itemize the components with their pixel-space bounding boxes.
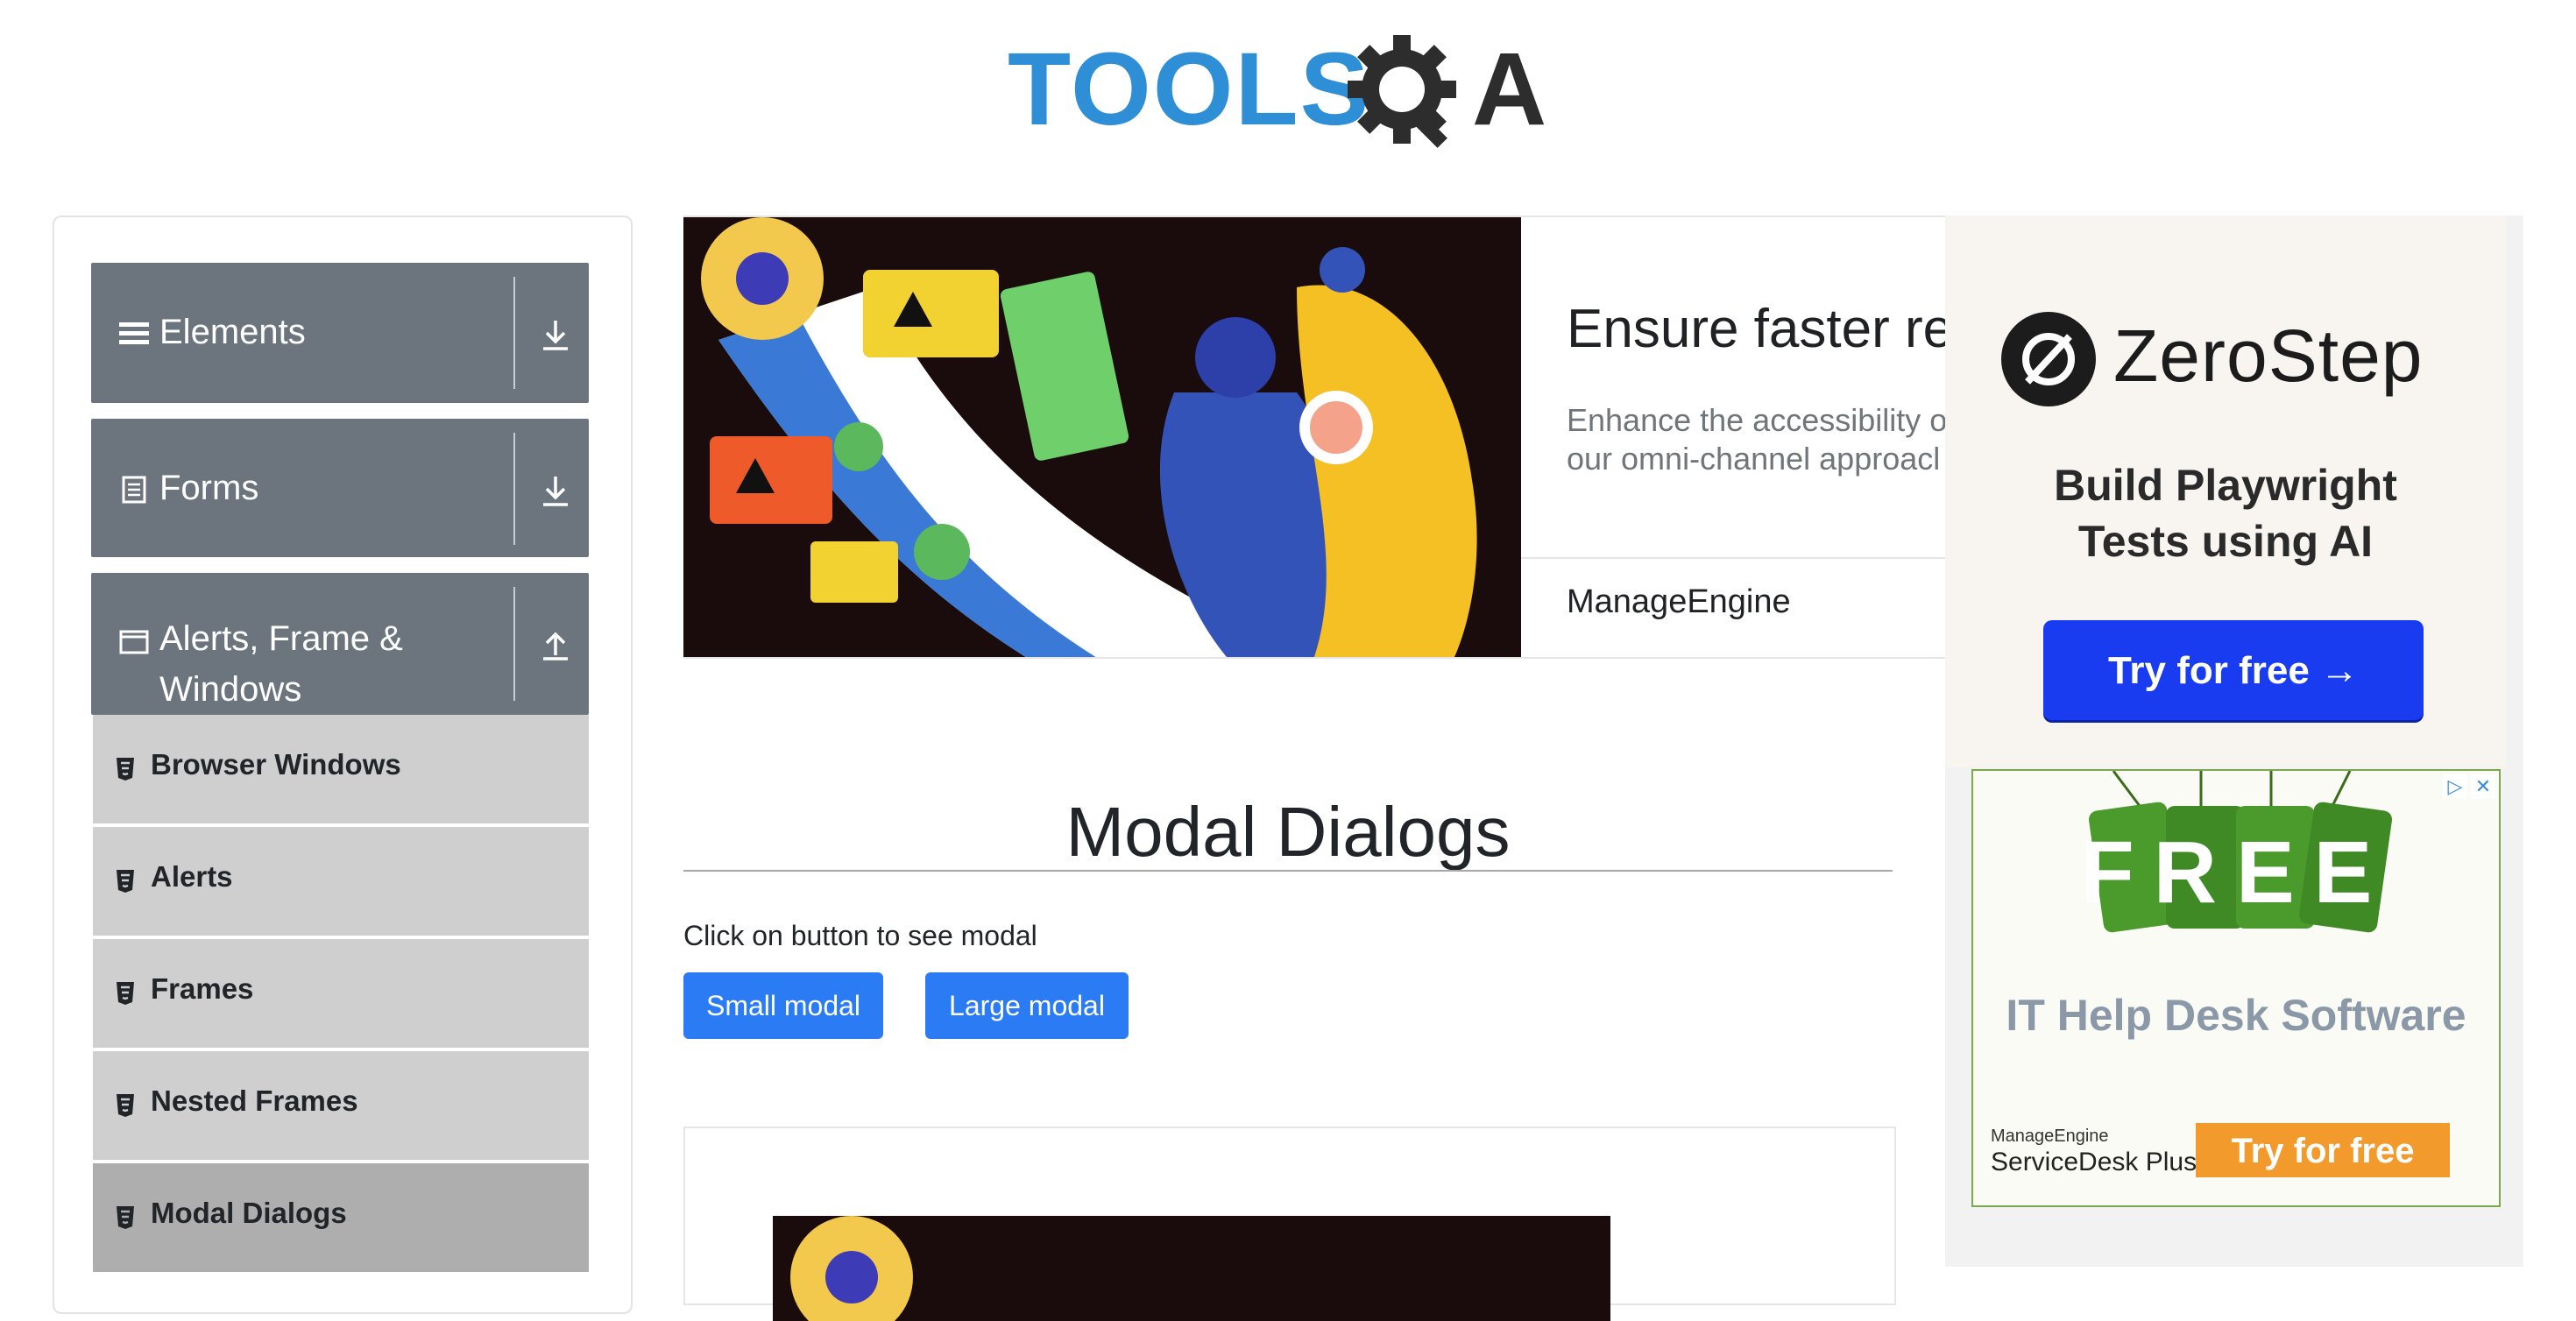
page-title: Modal Dialogs: [1065, 792, 1511, 871]
ad-body-line: our omni-channel approacl: [1567, 441, 1941, 477]
zerostep-name: ZeroStep: [2113, 314, 2424, 397]
bottom-ad-banner[interactable]: [683, 1127, 1896, 1321]
logo-text-a: A: [1472, 32, 1546, 147]
menu-item-label: Nested Frames: [151, 1084, 358, 1117]
html5-icon: [116, 981, 135, 1006]
download-arrow-icon[interactable]: [540, 473, 571, 508]
top-ad-banner[interactable]: Ensure faster res Enhance the accessibil…: [683, 215, 1947, 659]
title-divider: [683, 870, 1893, 872]
logo-text-tools: TOOLS: [1008, 32, 1370, 147]
free-text: FREE: [2081, 823, 2392, 922]
small-modal-button[interactable]: Small modal: [683, 972, 883, 1039]
menu-item-nested-frames[interactable]: Nested Frames: [93, 1051, 589, 1163]
window-icon: [119, 627, 149, 657]
menu-item-alerts[interactable]: Alerts: [93, 827, 589, 939]
menu-item-modal-dialogs[interactable]: Modal Dialogs: [93, 1163, 589, 1275]
zerostep-try-button[interactable]: Try for free →: [2043, 620, 2424, 720]
large-modal-button[interactable]: Large modal: [925, 972, 1129, 1039]
ad-illustration: [773, 1216, 1610, 1321]
zerostep-logo-icon: [2001, 312, 2096, 406]
group-divider: [513, 433, 515, 545]
hamburger-icon: [119, 319, 149, 349]
ad-body: Enhance the accessibility o our omni-cha…: [1567, 401, 1947, 478]
group-divider: [513, 277, 515, 389]
ad-divider: [1521, 557, 1945, 559]
ad-brand: ManageEngine: [1567, 583, 1791, 620]
menu-item-label: Alerts: [151, 860, 233, 893]
document-icon: [119, 475, 149, 505]
html5-icon: [116, 1093, 135, 1118]
group-alerts-label-line2: Windows: [159, 670, 302, 709]
manageengine-brand-small: ManageEngine: [1991, 1127, 2109, 1146]
group-divider: [513, 587, 515, 701]
upload-arrow-icon[interactable]: [540, 627, 571, 662]
menu-item-label: Browser Windows: [151, 748, 401, 781]
zerostep-ad[interactable]: ZeroStep Build Playwright Tests using AI…: [1945, 215, 2506, 767]
html5-icon: [116, 757, 135, 781]
group-alerts-label-line1: Alerts, Frame &: [159, 619, 403, 658]
ad-illustration: [683, 217, 1521, 657]
zerostep-tagline-line: Build Playwright: [2054, 461, 2397, 510]
menu-item-frames[interactable]: Frames: [93, 939, 589, 1051]
manageengine-ad[interactable]: ▷ ✕ FREE IT Help Desk Software ManageEng…: [1971, 769, 2501, 1207]
zerostep-tagline-line: Tests using AI: [2077, 517, 2374, 566]
menu-item-browser-windows[interactable]: Browser Windows: [93, 715, 589, 827]
ad-body-line: Enhance the accessibility o: [1567, 402, 1947, 438]
menu-item-label: Frames: [151, 972, 254, 1005]
ad-choices[interactable]: ▷ ✕: [2443, 774, 2495, 799]
group-elements-label: Elements: [159, 313, 306, 351]
group-forms[interactable]: Forms: [91, 419, 589, 557]
html5-icon: [116, 869, 135, 894]
right-ad-column: ZeroStep Build Playwright Tests using AI…: [1945, 215, 2523, 1267]
toolsqa-logo[interactable]: TOOLS A: [1008, 26, 1577, 158]
manageengine-try-button[interactable]: Try for free: [2196, 1123, 2450, 1177]
download-arrow-icon[interactable]: [540, 317, 571, 352]
manageengine-brand: ServiceDesk Plus: [1991, 1148, 2197, 1176]
zerostep-tagline: Build Playwright Tests using AI: [1945, 457, 2506, 569]
group-forms-label: Forms: [159, 469, 259, 507]
left-sidebar: Elements Forms Alerts, Frame & Windows B…: [53, 215, 633, 1314]
ad-close-icon[interactable]: ✕: [2471, 774, 2495, 799]
html5-icon: [116, 1205, 135, 1230]
group-alerts-frame-windows[interactable]: Alerts, Frame & Windows: [91, 573, 589, 715]
instruction-text: Click on button to see modal: [683, 920, 1037, 951]
group-elements[interactable]: Elements: [91, 263, 589, 403]
ad-headline: Ensure faster res: [1567, 299, 1947, 359]
manageengine-headline: IT Help Desk Software: [2006, 991, 2466, 1040]
ad-info-icon[interactable]: ▷: [2443, 774, 2467, 799]
menu-item-label: Modal Dialogs: [151, 1197, 347, 1229]
free-tags-graphic: FREE: [2081, 771, 2393, 933]
